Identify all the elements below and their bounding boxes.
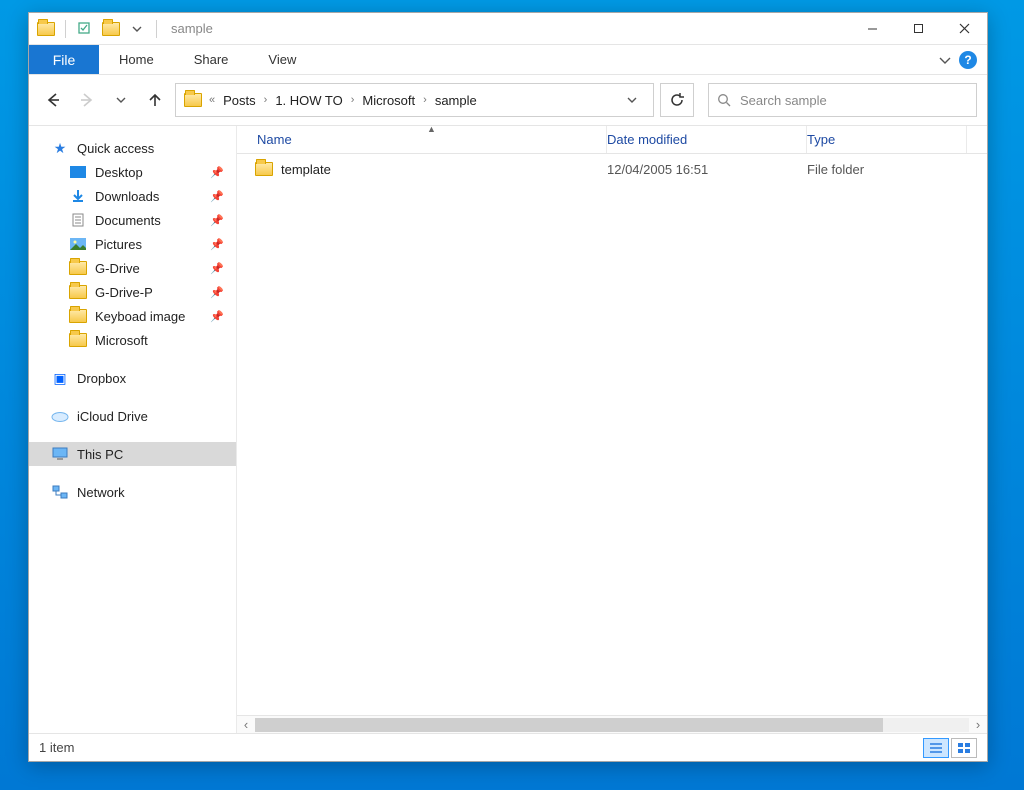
folder-icon xyxy=(69,284,87,300)
scroll-track[interactable] xyxy=(255,718,969,732)
pin-icon: 📌 xyxy=(210,166,224,179)
address-bar[interactable]: « Posts › 1. HOW TO › Microsoft › sample xyxy=(175,83,654,117)
scroll-right-icon[interactable]: › xyxy=(969,717,987,732)
thumbnails-view-button[interactable] xyxy=(951,738,977,758)
navitem-dropbox[interactable]: ▣ Dropbox xyxy=(29,366,236,390)
navitem-this-pc[interactable]: This PC xyxy=(29,442,236,466)
pin-icon: 📌 xyxy=(210,286,224,299)
header-type[interactable]: Type xyxy=(807,126,967,153)
file-date: 12/04/2005 16:51 xyxy=(607,162,807,177)
address-folder-icon xyxy=(184,93,202,107)
forward-button[interactable] xyxy=(73,86,101,114)
help-button[interactable]: ? xyxy=(959,51,977,69)
crumb-posts[interactable]: Posts xyxy=(216,89,263,112)
minimize-button[interactable] xyxy=(849,13,895,44)
status-bar: 1 item xyxy=(29,733,987,761)
quick-access-icon: ★ xyxy=(51,140,69,156)
quick-access-header[interactable]: ★ Quick access xyxy=(29,136,236,160)
header-name[interactable]: Name xyxy=(237,126,607,153)
tab-view[interactable]: View xyxy=(248,45,316,74)
horizontal-scrollbar[interactable]: ‹ › xyxy=(237,715,987,733)
navigation-pane: ★ Quick access Desktop 📌 Downloads 📌 Doc… xyxy=(29,126,237,733)
folder-icon xyxy=(69,332,87,348)
icloud-icon xyxy=(51,408,69,424)
documents-icon xyxy=(69,212,87,228)
close-button[interactable] xyxy=(941,13,987,44)
pin-icon: 📌 xyxy=(210,262,224,275)
qat-dropdown[interactable] xyxy=(126,18,148,40)
tab-share[interactable]: Share xyxy=(174,45,249,74)
recent-locations-button[interactable] xyxy=(107,86,135,114)
search-placeholder: Search sample xyxy=(740,93,827,108)
search-icon xyxy=(717,93,732,108)
downloads-icon xyxy=(69,188,87,204)
file-name: template xyxy=(281,162,331,177)
column-headers: ▲ Name Date modified Type xyxy=(237,126,987,154)
header-date[interactable]: Date modified xyxy=(607,126,807,153)
ribbon-collapse-icon[interactable] xyxy=(939,54,951,66)
file-tab[interactable]: File xyxy=(29,45,99,74)
search-box[interactable]: Search sample xyxy=(708,83,977,117)
explorer-window: sample File Home Share View ? « P xyxy=(28,12,988,762)
dropbox-icon: ▣ xyxy=(51,370,69,386)
navitem-network[interactable]: Network xyxy=(29,480,236,504)
navitem-pictures[interactable]: Pictures 📌 xyxy=(29,232,236,256)
folder-icon xyxy=(69,308,87,324)
navitem-microsoft[interactable]: Microsoft xyxy=(29,328,236,352)
file-list: ▲ Name Date modified Type template 12/04… xyxy=(237,126,987,733)
crumb-overflow[interactable]: « xyxy=(208,94,216,106)
sort-indicator-icon: ▲ xyxy=(427,124,436,134)
ribbon: File Home Share View ? xyxy=(29,45,987,75)
refresh-button[interactable] xyxy=(660,83,694,117)
tab-home[interactable]: Home xyxy=(99,45,174,74)
scroll-left-icon[interactable]: ‹ xyxy=(237,717,255,732)
qat-properties[interactable] xyxy=(74,18,96,40)
pin-icon: 📌 xyxy=(210,214,224,227)
thispc-icon xyxy=(51,446,69,462)
navitem-keyboard-image[interactable]: Keyboad image 📌 xyxy=(29,304,236,328)
nav-toolbar: « Posts › 1. HOW TO › Microsoft › sample… xyxy=(29,75,987,125)
crumb-sample[interactable]: sample xyxy=(428,89,484,112)
item-count: 1 item xyxy=(39,740,74,755)
app-icon xyxy=(35,18,57,40)
folder-icon xyxy=(255,162,273,176)
network-icon xyxy=(51,484,69,500)
maximize-button[interactable] xyxy=(895,13,941,44)
navitem-documents[interactable]: Documents 📌 xyxy=(29,208,236,232)
navitem-gdrive-p[interactable]: G-Drive-P 📌 xyxy=(29,280,236,304)
folder-icon xyxy=(69,260,87,276)
pin-icon: 📌 xyxy=(210,310,224,323)
window-title: sample xyxy=(171,21,213,36)
navitem-desktop[interactable]: Desktop 📌 xyxy=(29,160,236,184)
details-view-button[interactable] xyxy=(923,738,949,758)
back-button[interactable] xyxy=(39,86,67,114)
scroll-thumb[interactable] xyxy=(255,718,883,732)
pin-icon: 📌 xyxy=(210,238,224,251)
navitem-downloads[interactable]: Downloads 📌 xyxy=(29,184,236,208)
pin-icon: 📌 xyxy=(210,190,224,203)
qat-newfolder[interactable] xyxy=(100,18,122,40)
pictures-icon xyxy=(69,236,87,252)
address-history-dropdown[interactable] xyxy=(627,95,649,105)
navitem-icloud[interactable]: iCloud Drive xyxy=(29,404,236,428)
titlebar: sample xyxy=(29,13,987,45)
crumb-microsoft[interactable]: Microsoft xyxy=(355,89,422,112)
up-button[interactable] xyxy=(141,86,169,114)
file-type: File folder xyxy=(807,162,967,177)
crumb-howto[interactable]: 1. HOW TO xyxy=(268,89,349,112)
file-row[interactable]: template 12/04/2005 16:51 File folder xyxy=(237,154,987,184)
desktop-icon xyxy=(69,164,87,180)
navitem-gdrive[interactable]: G-Drive 📌 xyxy=(29,256,236,280)
